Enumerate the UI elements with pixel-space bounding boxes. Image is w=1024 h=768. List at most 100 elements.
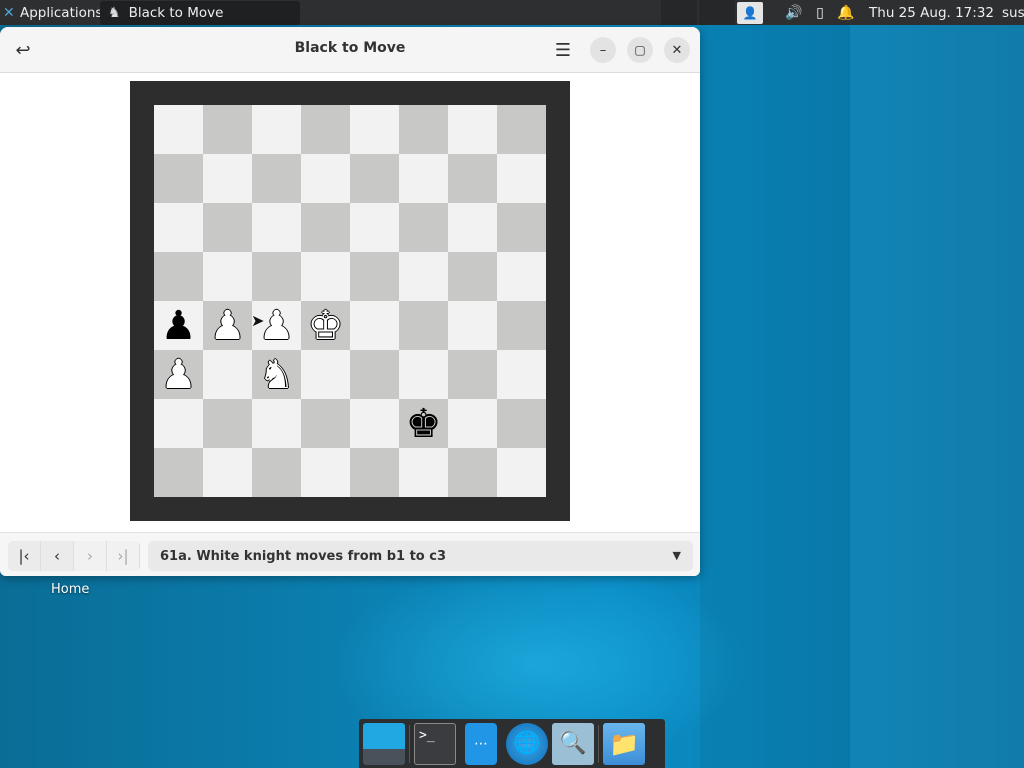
- workspace-switcher[interactable]: [661, 0, 698, 25]
- square-g8[interactable]: [448, 105, 497, 154]
- square-f2[interactable]: ♚: [399, 399, 448, 448]
- square-h7[interactable]: [497, 154, 546, 203]
- square-b5[interactable]: [203, 252, 252, 301]
- battery-icon[interactable]: ▯: [807, 5, 833, 21]
- white-knight-icon[interactable]: ♞: [259, 355, 295, 395]
- square-e3[interactable]: [350, 350, 399, 399]
- square-a8[interactable]: [154, 105, 203, 154]
- square-g6[interactable]: [448, 203, 497, 252]
- square-b2[interactable]: [203, 399, 252, 448]
- square-f6[interactable]: [399, 203, 448, 252]
- square-h8[interactable]: [497, 105, 546, 154]
- user-switch-icon[interactable]: 👤: [737, 1, 764, 24]
- square-d3[interactable]: [301, 350, 350, 399]
- square-c6[interactable]: [252, 203, 301, 252]
- square-d4[interactable]: ♚: [301, 301, 350, 350]
- black-pawn-icon[interactable]: ♟: [161, 306, 197, 346]
- square-b1[interactable]: [203, 448, 252, 497]
- square-d2[interactable]: [301, 399, 350, 448]
- minimize-button[interactable]: –: [590, 37, 616, 63]
- last-move-button[interactable]: ›|: [107, 541, 140, 571]
- previous-move-button[interactable]: ‹: [41, 541, 74, 571]
- square-d1[interactable]: [301, 448, 350, 497]
- square-h3[interactable]: [497, 350, 546, 399]
- file-manager-icon[interactable]: 📁: [603, 722, 645, 765]
- square-a1[interactable]: [154, 448, 203, 497]
- square-a7[interactable]: [154, 154, 203, 203]
- chess-board[interactable]: ♟ ♟ ♟ ♚ ♟ ♞ ♚: [154, 105, 546, 497]
- square-c2[interactable]: [252, 399, 301, 448]
- square-a3[interactable]: ♟: [154, 350, 203, 399]
- clock[interactable]: Thu 25 Aug. 17:32: [859, 5, 1002, 21]
- square-e8[interactable]: [350, 105, 399, 154]
- square-g1[interactable]: [448, 448, 497, 497]
- square-c4[interactable]: ♟: [252, 301, 301, 350]
- square-d8[interactable]: [301, 105, 350, 154]
- square-g5[interactable]: [448, 252, 497, 301]
- square-a4[interactable]: ♟: [154, 301, 203, 350]
- white-pawn-icon[interactable]: ♟: [210, 306, 246, 346]
- square-e4[interactable]: [350, 301, 399, 350]
- move-nav-buttons: |‹ ‹ › ›|: [8, 541, 140, 571]
- square-f1[interactable]: [399, 448, 448, 497]
- square-h2[interactable]: [497, 399, 546, 448]
- square-c8[interactable]: [252, 105, 301, 154]
- square-b6[interactable]: [203, 203, 252, 252]
- square-f5[interactable]: [399, 252, 448, 301]
- square-f3[interactable]: [399, 350, 448, 399]
- square-a6[interactable]: [154, 203, 203, 252]
- square-a2[interactable]: [154, 399, 203, 448]
- next-move-button[interactable]: ›: [74, 541, 107, 571]
- square-c3[interactable]: ♞: [252, 350, 301, 399]
- square-f4[interactable]: [399, 301, 448, 350]
- square-c5[interactable]: [252, 252, 301, 301]
- taskbar-window-button[interactable]: ♞ Black to Move: [100, 1, 300, 25]
- square-a5[interactable]: [154, 252, 203, 301]
- square-d5[interactable]: [301, 252, 350, 301]
- square-b3[interactable]: [203, 350, 252, 399]
- volume-icon[interactable]: 🔊: [781, 5, 807, 21]
- square-e1[interactable]: [350, 448, 399, 497]
- move-history-dropdown[interactable]: 61a. White knight moves from b1 to c3 ▼: [148, 541, 693, 571]
- square-c1[interactable]: [252, 448, 301, 497]
- square-b8[interactable]: [203, 105, 252, 154]
- square-e6[interactable]: [350, 203, 399, 252]
- desktop-home-label[interactable]: Home: [51, 582, 89, 597]
- square-d7[interactable]: [301, 154, 350, 203]
- white-pawn-icon[interactable]: ♟: [259, 306, 295, 346]
- close-button[interactable]: ✕: [664, 37, 690, 63]
- white-king-icon[interactable]: ♚: [308, 306, 344, 346]
- square-f8[interactable]: [399, 105, 448, 154]
- menu-button[interactable]: ☰: [550, 37, 576, 63]
- square-e2[interactable]: [350, 399, 399, 448]
- first-move-button[interactable]: |‹: [8, 541, 41, 571]
- square-f7[interactable]: [399, 154, 448, 203]
- square-g2[interactable]: [448, 399, 497, 448]
- show-desktop-icon[interactable]: [363, 722, 405, 765]
- square-g7[interactable]: [448, 154, 497, 203]
- square-g4[interactable]: [448, 301, 497, 350]
- square-h4[interactable]: [497, 301, 546, 350]
- chess-window: ↩ Black to Move ☰ – ▢ ✕ ♟ ♟ ♟ ♚ ♟ ♞ ♚ |‹ ‹: [0, 27, 700, 576]
- settings-mouse-icon[interactable]: ⋯: [465, 722, 497, 765]
- workspace-switcher-2[interactable]: [699, 0, 736, 25]
- square-e5[interactable]: [350, 252, 399, 301]
- white-pawn-icon[interactable]: ♟: [161, 355, 197, 395]
- notification-bell-icon[interactable]: 🔔: [833, 5, 859, 21]
- square-b7[interactable]: [203, 154, 252, 203]
- square-d6[interactable]: [301, 203, 350, 252]
- square-g3[interactable]: [448, 350, 497, 399]
- user-menu[interactable]: sus: [1002, 5, 1024, 21]
- square-b4[interactable]: ♟: [203, 301, 252, 350]
- square-h6[interactable]: [497, 203, 546, 252]
- maximize-button[interactable]: ▢: [627, 37, 653, 63]
- square-h5[interactable]: [497, 252, 546, 301]
- applications-menu[interactable]: ✕ Applications ⋮: [0, 0, 115, 25]
- web-browser-icon[interactable]: 🌐: [506, 722, 548, 765]
- app-finder-icon[interactable]: 🔍: [552, 722, 594, 765]
- terminal-icon[interactable]: >_: [414, 722, 456, 765]
- square-c7[interactable]: [252, 154, 301, 203]
- black-king-icon[interactable]: ♚: [406, 404, 442, 444]
- square-e7[interactable]: [350, 154, 399, 203]
- square-h1[interactable]: [497, 448, 546, 497]
